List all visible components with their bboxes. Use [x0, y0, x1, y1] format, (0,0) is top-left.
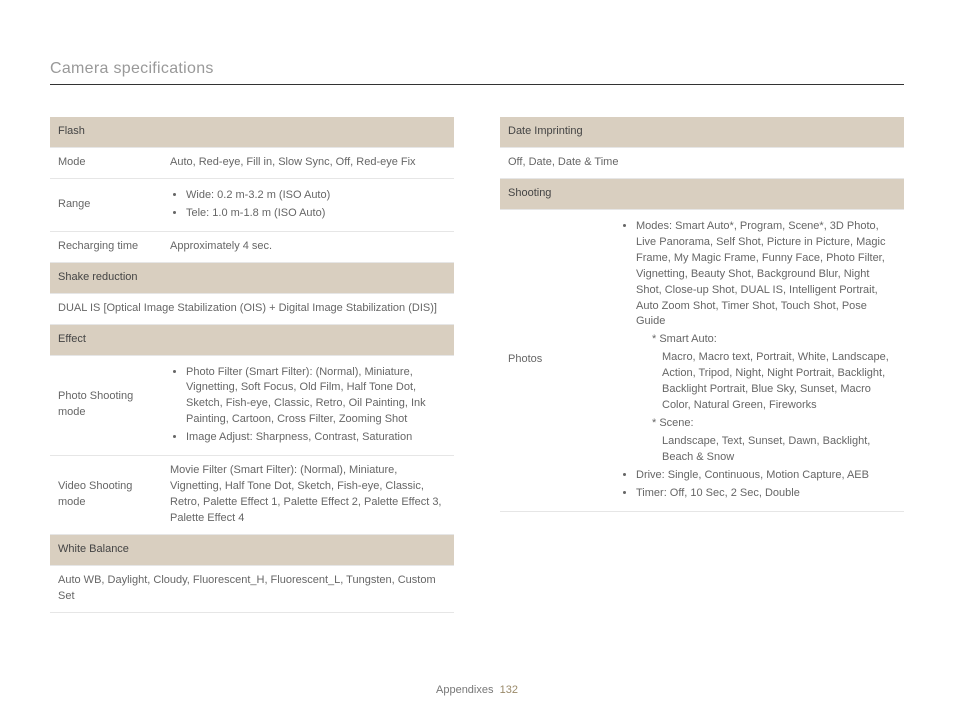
section-header-label: Effect [50, 324, 454, 355]
cell-value: Photo Filter (Smart Filter): (Normal), M… [162, 355, 454, 456]
row-effect-photo: Photo Shooting mode Photo Filter (Smart … [50, 355, 454, 456]
cell-value: Auto, Red-eye, Fill in, Slow Sync, Off, … [162, 147, 454, 178]
row-flash-recharge: Recharging time Approximately 4 sec. [50, 231, 454, 262]
right-table: Date Imprinting Off, Date, Date & Time S… [500, 117, 904, 512]
cell-value: Auto WB, Daylight, Cloudy, Fluorescent_H… [50, 565, 454, 612]
footer-section: Appendixes [436, 684, 494, 696]
row-flash-range: Range Wide: 0.2 m-3.2 m (ISO Auto) Tele:… [50, 178, 454, 231]
left-column: Flash Mode Auto, Red-eye, Fill in, Slow … [50, 117, 454, 613]
row-wb-value: Auto WB, Daylight, Cloudy, Fluorescent_H… [50, 565, 454, 612]
cell-label: Recharging time [50, 231, 162, 262]
list-item: Image Adjust: Sharpness, Contrast, Satur… [186, 430, 446, 446]
sub-label: * Scene: [652, 416, 896, 432]
row-effect-video: Video Shooting mode Movie Filter (Smart … [50, 456, 454, 535]
row-shake-value: DUAL IS [Optical Image Stabilization (OI… [50, 293, 454, 324]
section-header-label: Flash [50, 117, 454, 147]
cell-value: DUAL IS [Optical Image Stabilization (OI… [50, 293, 454, 324]
cell-label: Video Shooting mode [50, 456, 162, 535]
row-flash-mode: Mode Auto, Red-eye, Fill in, Slow Sync, … [50, 147, 454, 178]
section-shake: Shake reduction [50, 262, 454, 293]
section-wb: White Balance [50, 534, 454, 565]
list-item: Modes: Smart Auto*, Program, Scene*, 3D … [636, 219, 896, 466]
section-effect: Effect [50, 324, 454, 355]
cell-value: Modes: Smart Auto*, Program, Scene*, 3D … [612, 209, 904, 511]
sub-value: Macro, Macro text, Portrait, White, Land… [652, 350, 896, 414]
section-shooting: Shooting [500, 178, 904, 209]
cell-label: Photo Shooting mode [50, 355, 162, 456]
sub-label: * Smart Auto: [652, 332, 896, 348]
cell-value: Wide: 0.2 m-3.2 m (ISO Auto) Tele: 1.0 m… [162, 178, 454, 231]
cell-value: Off, Date, Date & Time [500, 147, 904, 178]
sub-value: Landscape, Text, Sunset, Dawn, Backlight… [652, 434, 896, 466]
list-item: Wide: 0.2 m-3.2 m (ISO Auto) [186, 188, 446, 204]
section-date: Date Imprinting [500, 117, 904, 147]
section-header-label: White Balance [50, 534, 454, 565]
row-shooting-photos: Photos Modes: Smart Auto*, Program, Scen… [500, 209, 904, 511]
section-header-label: Shake reduction [50, 262, 454, 293]
cell-label: Photos [500, 209, 612, 511]
section-header-label: Shooting [500, 178, 904, 209]
section-header-label: Date Imprinting [500, 117, 904, 147]
right-column: Date Imprinting Off, Date, Date & Time S… [500, 117, 904, 613]
section-flash: Flash [50, 117, 454, 147]
footer-page-number: 132 [500, 684, 518, 696]
left-table: Flash Mode Auto, Red-eye, Fill in, Slow … [50, 117, 454, 613]
list-item: Drive: Single, Continuous, Motion Captur… [636, 468, 896, 484]
cell-label: Range [50, 178, 162, 231]
page-title: Camera specifications [50, 60, 904, 85]
list-item: Timer: Off, 10 Sec, 2 Sec, Double [636, 486, 896, 502]
cell-label: Mode [50, 147, 162, 178]
list-item: Tele: 1.0 m-1.8 m (ISO Auto) [186, 206, 446, 222]
content-columns: Flash Mode Auto, Red-eye, Fill in, Slow … [50, 117, 904, 613]
list-item: Photo Filter (Smart Filter): (Normal), M… [186, 365, 446, 429]
row-date-value: Off, Date, Date & Time [500, 147, 904, 178]
cell-value: Approximately 4 sec. [162, 231, 454, 262]
cell-value: Movie Filter (Smart Filter): (Normal), M… [162, 456, 454, 535]
bullet-text: Modes: Smart Auto*, Program, Scene*, 3D … [636, 220, 885, 328]
page-footer: Appendixes 132 [0, 684, 954, 696]
